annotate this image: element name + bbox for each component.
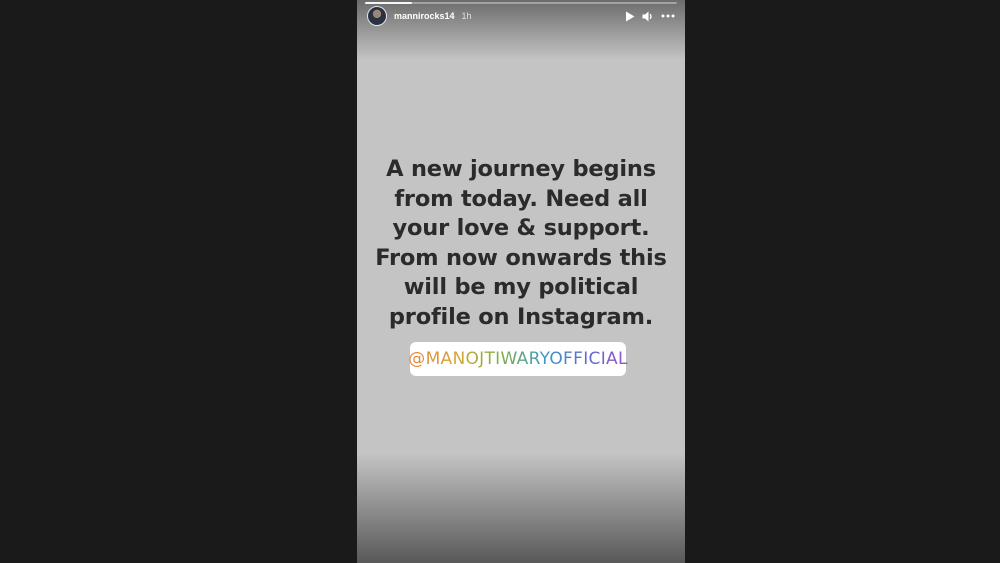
mention-text: @MANOJTIWARYOFFICIAL — [408, 349, 628, 369]
story-viewer: mannirocks14 1h A new journey begins fro… — [0, 0, 1000, 563]
story-caption: A new journey begins from today. Need al… — [357, 155, 685, 332]
caption-line: from today. Need all — [394, 185, 648, 212]
story-progress-fill — [365, 2, 412, 4]
speaker-icon[interactable] — [642, 11, 654, 22]
story-header: mannirocks14 1h — [367, 5, 675, 27]
story-timestamp: 1h — [461, 11, 472, 21]
story-controls — [625, 11, 675, 22]
more-icon[interactable] — [661, 14, 675, 18]
profile-avatar[interactable] — [367, 6, 387, 26]
caption-line: profile on Instagram. — [388, 303, 654, 330]
caption-line: will be my political — [403, 274, 639, 300]
story-progress-bar — [365, 2, 677, 4]
caption-line: your love & support. — [392, 215, 650, 241]
mention-sticker[interactable]: @MANOJTIWARYOFFICIAL — [408, 342, 628, 376]
bottom-gradient — [357, 453, 685, 563]
username-link[interactable]: mannirocks14 — [394, 11, 455, 21]
caption-line: From now onwards this — [375, 244, 667, 271]
caption-line: A new journey begins — [386, 156, 656, 182]
play-icon[interactable] — [625, 11, 635, 22]
story-frame[interactable]: mannirocks14 1h A new journey begins fro… — [357, 0, 685, 563]
